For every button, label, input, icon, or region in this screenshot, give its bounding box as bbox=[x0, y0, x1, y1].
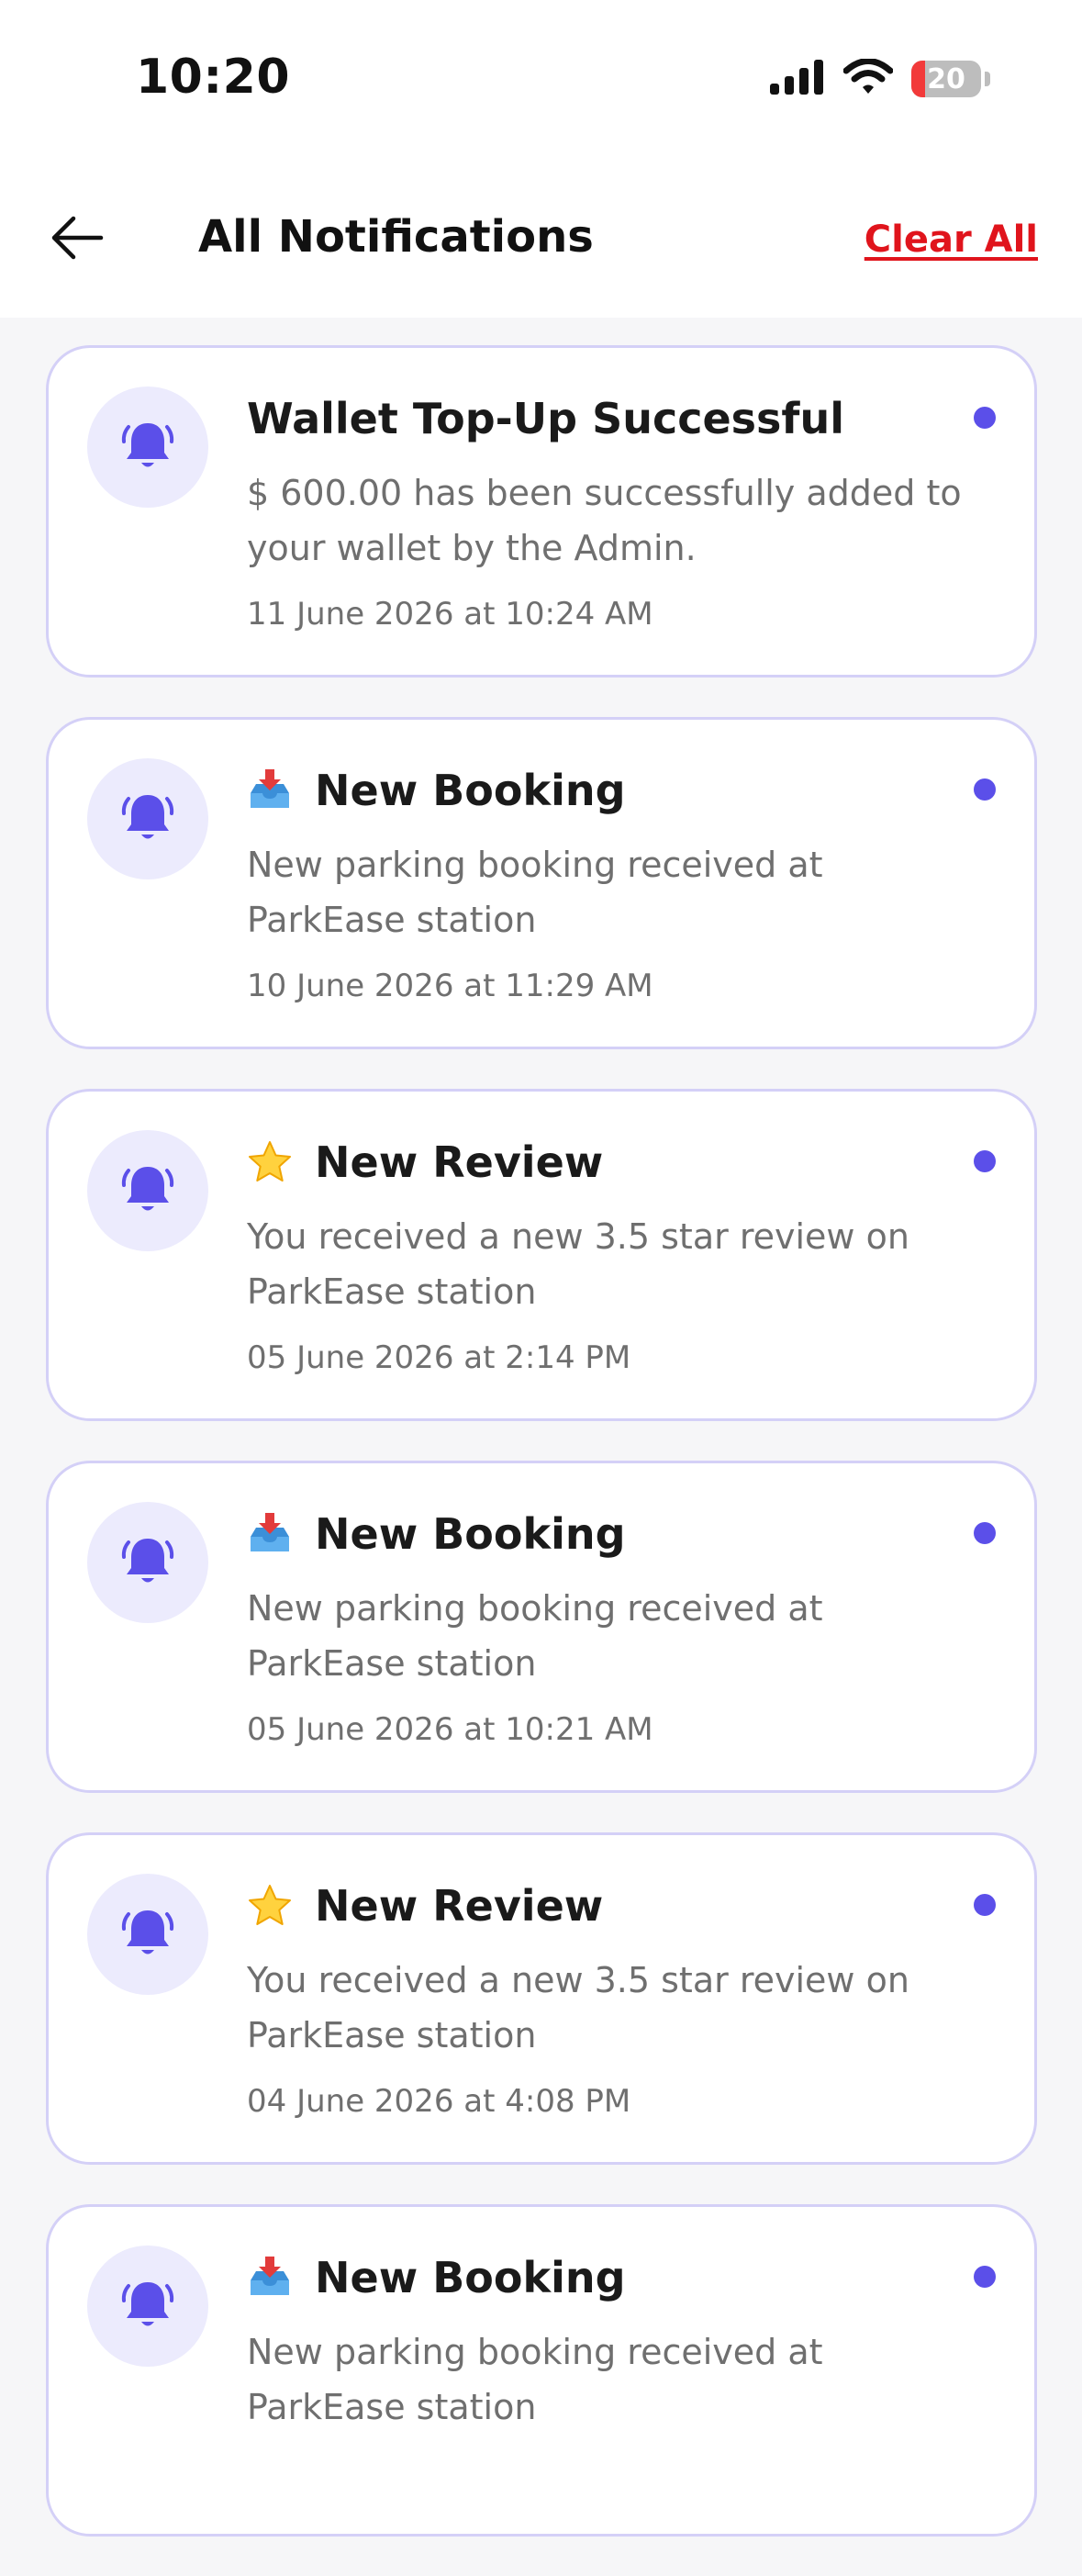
unread-dot bbox=[974, 1522, 996, 1544]
notification-time: 05 June 2026 at 10:21 AM bbox=[247, 1711, 653, 1748]
notification-card-6[interactable]: New Booking New parking booking received… bbox=[46, 2204, 1037, 2537]
bell-icon bbox=[118, 2275, 177, 2337]
notification-message: New parking booking received at ParkEase… bbox=[247, 845, 823, 940]
notification-title: New Review bbox=[315, 1881, 604, 1931]
notification-message: You received a new 3.5 star review on Pa… bbox=[247, 1960, 909, 2055]
notification-list: Wallet Top-Up Successful $ 600.00 has be… bbox=[46, 345, 1037, 2576]
notification-title-row: New Review bbox=[247, 1137, 961, 1187]
bell-icon-wrap bbox=[87, 1130, 208, 1251]
status-bar: 10:20 20 bbox=[0, 0, 1082, 165]
notification-time: 05 June 2026 at 2:14 PM bbox=[247, 1339, 631, 1376]
unread-dot bbox=[974, 1894, 996, 1916]
bell-icon bbox=[118, 416, 177, 478]
notification-message: $ 600.00 has been successfully added to … bbox=[247, 473, 962, 568]
notification-message: New parking booking received at ParkEase… bbox=[247, 2332, 823, 2427]
notification-message: New parking booking received at ParkEase… bbox=[247, 1588, 823, 1684]
notification-title: New Booking bbox=[315, 766, 626, 815]
notification-title-row: New Booking bbox=[247, 1509, 961, 1559]
bell-icon bbox=[118, 788, 177, 850]
inbox-tray-icon bbox=[247, 2255, 293, 2301]
status-icons: 20 bbox=[770, 58, 990, 99]
notification-title-row: New Booking bbox=[247, 766, 961, 815]
clear-all-button[interactable]: Clear All bbox=[864, 218, 1038, 261]
inbox-tray-icon bbox=[247, 1511, 293, 1557]
header: All Notifications Clear All bbox=[0, 165, 1082, 318]
bell-icon-wrap bbox=[87, 758, 208, 879]
battery-icon: 20 bbox=[911, 61, 981, 97]
notification-title-row: New Review bbox=[247, 1881, 961, 1931]
status-time: 10:20 bbox=[136, 50, 291, 105]
unread-dot bbox=[974, 1150, 996, 1172]
bell-icon-wrap bbox=[87, 1502, 208, 1623]
notification-title: New Review bbox=[315, 1137, 604, 1187]
bell-icon bbox=[118, 1531, 177, 1594]
notification-time: 10 June 2026 at 11:29 AM bbox=[247, 968, 653, 1004]
notification-card-3[interactable]: New Review You received a new 3.5 star r… bbox=[46, 1089, 1037, 1421]
unread-dot bbox=[974, 407, 996, 429]
notification-card-5[interactable]: New Review You received a new 3.5 star r… bbox=[46, 1832, 1037, 2165]
bell-icon bbox=[118, 1903, 177, 1966]
signal-icon bbox=[770, 60, 825, 98]
notification-message: You received a new 3.5 star review on Pa… bbox=[247, 1216, 909, 1312]
bell-icon bbox=[118, 1159, 177, 1222]
bell-icon-wrap bbox=[87, 386, 208, 508]
notification-title: New Booking bbox=[315, 1509, 626, 1559]
arrow-left-icon bbox=[50, 215, 105, 264]
wifi-icon bbox=[842, 58, 894, 99]
inbox-tray-icon bbox=[247, 767, 293, 813]
bell-icon-wrap bbox=[87, 1874, 208, 1995]
notification-title: Wallet Top-Up Successful bbox=[247, 394, 844, 443]
back-button[interactable] bbox=[44, 207, 110, 273]
star-icon bbox=[247, 1883, 293, 1929]
notification-card-1[interactable]: Wallet Top-Up Successful $ 600.00 has be… bbox=[46, 345, 1037, 678]
notification-title: New Booking bbox=[315, 2253, 626, 2302]
unread-dot bbox=[974, 2266, 996, 2288]
notification-time: 04 June 2026 at 4:08 PM bbox=[247, 2083, 631, 2120]
star-icon bbox=[247, 1139, 293, 1185]
notification-card-4[interactable]: New Booking New parking booking received… bbox=[46, 1461, 1037, 1793]
battery-tip bbox=[985, 72, 990, 86]
battery-level: 20 bbox=[927, 62, 965, 95]
notification-card-2[interactable]: New Booking New parking booking received… bbox=[46, 717, 1037, 1049]
notification-time: 11 June 2026 at 10:24 AM bbox=[247, 596, 653, 633]
unread-dot bbox=[974, 778, 996, 801]
page-title: All Notifications bbox=[198, 211, 594, 263]
notification-title-row: New Booking bbox=[247, 2253, 961, 2302]
notification-title-row: Wallet Top-Up Successful bbox=[247, 394, 961, 443]
bell-icon-wrap bbox=[87, 2246, 208, 2367]
